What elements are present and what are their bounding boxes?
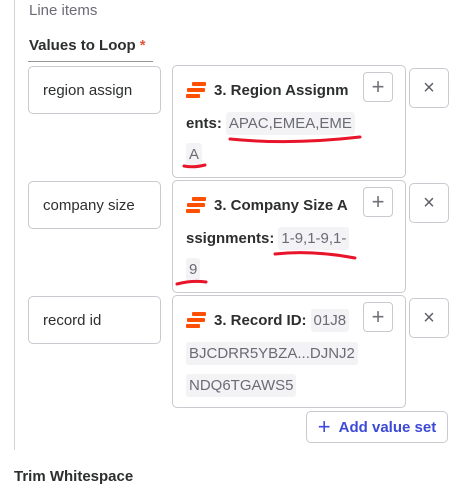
row-1-pill-line-2: ents: APAC,EMEA,EME [186,109,355,137]
row-2-insert-data-button[interactable]: + [363,187,393,217]
add-value-set-button[interactable]: + Add value set [306,411,448,443]
row-1-pill-label: 3. Region Assignm [214,81,349,99]
values-to-loop-label: Values to Loop * [29,37,146,54]
zapier-logo-icon [186,81,206,99]
row-1-key-input[interactable]: region assign [28,66,161,114]
row-3-pill-line-1: 3. Record ID: 01J8 [186,306,350,334]
row-1-pill-line-1: 3. Region Assignm [186,76,348,104]
field-label-text: Values to Loop [29,37,136,54]
row-2-remove-button[interactable]: × [409,183,449,223]
row-1-pill-value-2: A [186,142,203,166]
row-3-pill-label: 3. Record ID: [214,311,307,329]
row-3-pill-value-3: NDQ6TGAWS5 [186,373,297,397]
field-label-underline [28,61,153,62]
row-1-pill-label-cont: ents: [186,114,222,132]
zapier-logo-icon [186,196,206,214]
row-3-key-text: record id [43,311,102,329]
row-3-pill-value-2: BJCDRR5YBZA...DJNJ2 [186,341,358,365]
zapier-logo-icon [186,311,206,329]
row-2-pill-line-3: 9 [186,255,201,283]
required-mark: * [139,37,146,54]
row-1-value-input[interactable]: 3. Region Assignm ents: APAC,EMEA,EME A … [172,65,406,178]
row-1-pill-value-1: APAC,EMEA,EME [225,111,355,135]
add-value-set-label: Add value set [338,418,437,436]
row-3-remove-button[interactable]: × [409,298,449,338]
row-1-pill-line-3: A [186,140,203,168]
row-3-pill-value-1: 01J8 [310,308,350,332]
row-3-key-input[interactable]: record id [28,296,161,344]
row-1-insert-data-button[interactable]: + [363,72,393,102]
row-3-value-input[interactable]: 3. Record ID: 01J8 BJCDRR5YBZA...DJNJ2 N… [172,295,406,408]
row-2-pill-value-2: 9 [186,257,201,281]
plus-icon: + [317,414,331,439]
row-3-pill-line-3: NDQ6TGAWS5 [186,371,297,399]
row-1-key-text: region assign [43,81,133,99]
trim-whitespace-label: Trim Whitespace [14,468,134,484]
row-2-key-text: company size [43,196,135,214]
row-3-insert-data-button[interactable]: + [363,302,393,332]
row-2-pill-line-2: ssignments: 1-9,1-9,1- [186,224,350,252]
row-1-remove-button[interactable]: × [409,68,449,108]
row-2-pill-line-1: 3. Company Size A [186,191,348,219]
row-3-pill-line-2: BJCDRR5YBZA...DJNJ2 [186,339,358,367]
row-2-pill-label-cont: ssignments: [186,229,275,247]
row-2-pill-label: 3. Company Size A [214,196,348,214]
row-2-key-input[interactable]: company size [28,181,161,229]
section-header: Line items [29,2,98,19]
row-2-pill-value-1: 1-9,1-9,1- [278,226,350,250]
section-rail [14,0,15,450]
row-2-value-input[interactable]: 3. Company Size A ssignments: 1-9,1-9,1-… [172,180,406,293]
